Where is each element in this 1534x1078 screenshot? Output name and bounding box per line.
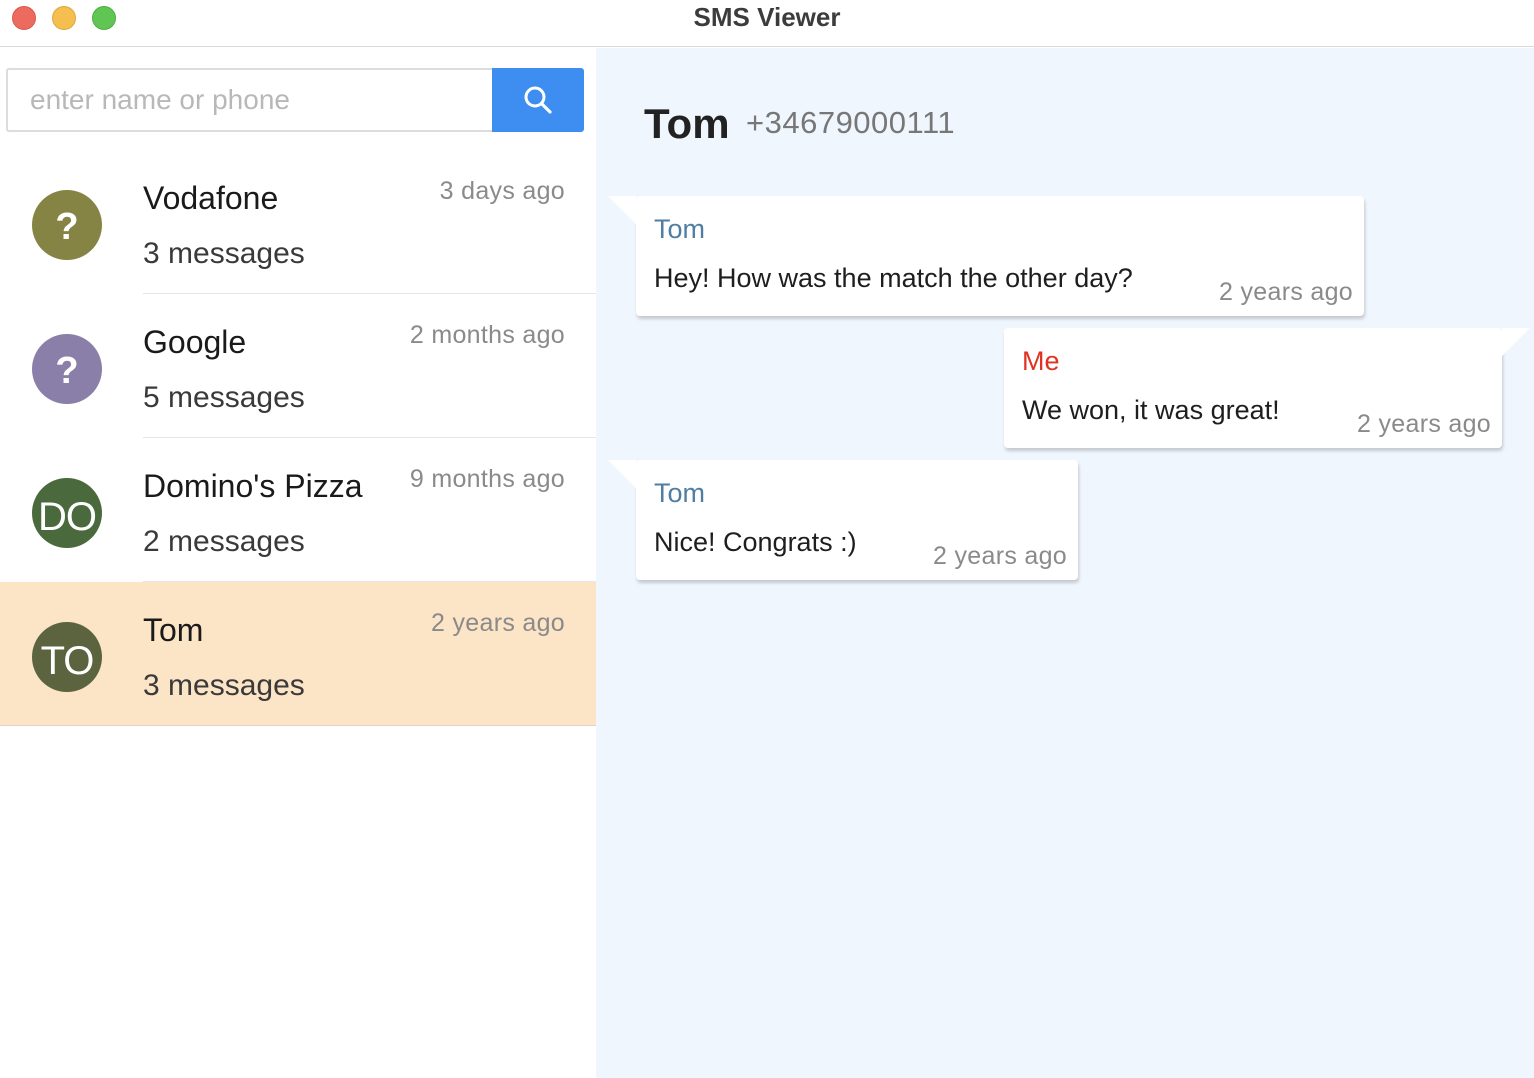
contact-message-count: 3 messages [143, 237, 305, 270]
message-timestamp: 2 years ago [933, 542, 1067, 570]
contact-name: Tom [143, 612, 204, 648]
avatar: ? [32, 334, 102, 404]
bubble-tail [608, 460, 636, 488]
conversation-phone-number: +34679000111 [746, 105, 956, 140]
contact-message-count: 5 messages [143, 381, 305, 414]
contact-item-dominos-pizza[interactable]: DO Domino's Pizza 2 messages 9 months ag… [0, 438, 596, 582]
message-sender: Tom [654, 478, 706, 508]
contact-name: Google [143, 324, 247, 360]
message-bubble: Tom Hey! How was the match the other day… [608, 196, 1364, 316]
message-text: We won, it was great! [1022, 395, 1280, 425]
bubble-tail [608, 196, 636, 224]
app-window: SMS Viewer ? Vodafone 3 messages 3 days … [0, 0, 1534, 1078]
search-input[interactable] [6, 68, 492, 132]
contact-name: Vodafone [143, 180, 279, 216]
contact-timestamp: 2 years ago [431, 609, 565, 637]
contact-message-count: 3 messages [143, 669, 305, 702]
avatar: ? [32, 190, 102, 260]
title-bar: SMS Viewer [0, 0, 1534, 47]
message-timestamp: 2 years ago [1219, 278, 1353, 306]
message-timestamp: 2 years ago [1357, 410, 1491, 438]
avatar: DO [32, 478, 102, 548]
divider [0, 725, 596, 726]
contact-message-count: 2 messages [143, 525, 305, 558]
contact-item-vodafone[interactable]: ? Vodafone 3 messages 3 days ago [0, 150, 596, 294]
message-bubble: Tom Nice! Congrats :) 2 years ago [608, 460, 1078, 580]
contact-item-tom[interactable]: TO Tom 3 messages 2 years ago [0, 582, 596, 726]
contact-timestamp: 2 months ago [409, 321, 565, 349]
message-bubble: Me We won, it was great! 2 years ago [1004, 328, 1530, 448]
contact-item-google[interactable]: ? Google 5 messages 2 months ago [0, 294, 596, 438]
message-sender: Tom [654, 214, 706, 244]
contact-name: Domino's Pizza [143, 468, 363, 504]
window-title: SMS Viewer [693, 2, 841, 32]
bubble-tail [1502, 328, 1530, 356]
search-button[interactable] [492, 68, 584, 132]
conversation-panel: Tom +34679000111 Tom Hey! How was the ma… [596, 48, 1534, 1078]
search-bar [6, 68, 584, 132]
avatar: TO [32, 622, 102, 692]
search-icon [524, 86, 552, 114]
message-text: Nice! Congrats :) [654, 527, 857, 557]
contacts-sidebar: ? Vodafone 3 messages 3 days ago ? Googl… [0, 48, 596, 1078]
contact-timestamp: 3 days ago [439, 177, 565, 205]
contact-timestamp: 9 months ago [409, 465, 565, 493]
message-text: Hey! How was the match the other day? [654, 263, 1133, 293]
conversation-contact-name: Tom [644, 100, 730, 147]
message-sender: Me [1022, 346, 1060, 376]
